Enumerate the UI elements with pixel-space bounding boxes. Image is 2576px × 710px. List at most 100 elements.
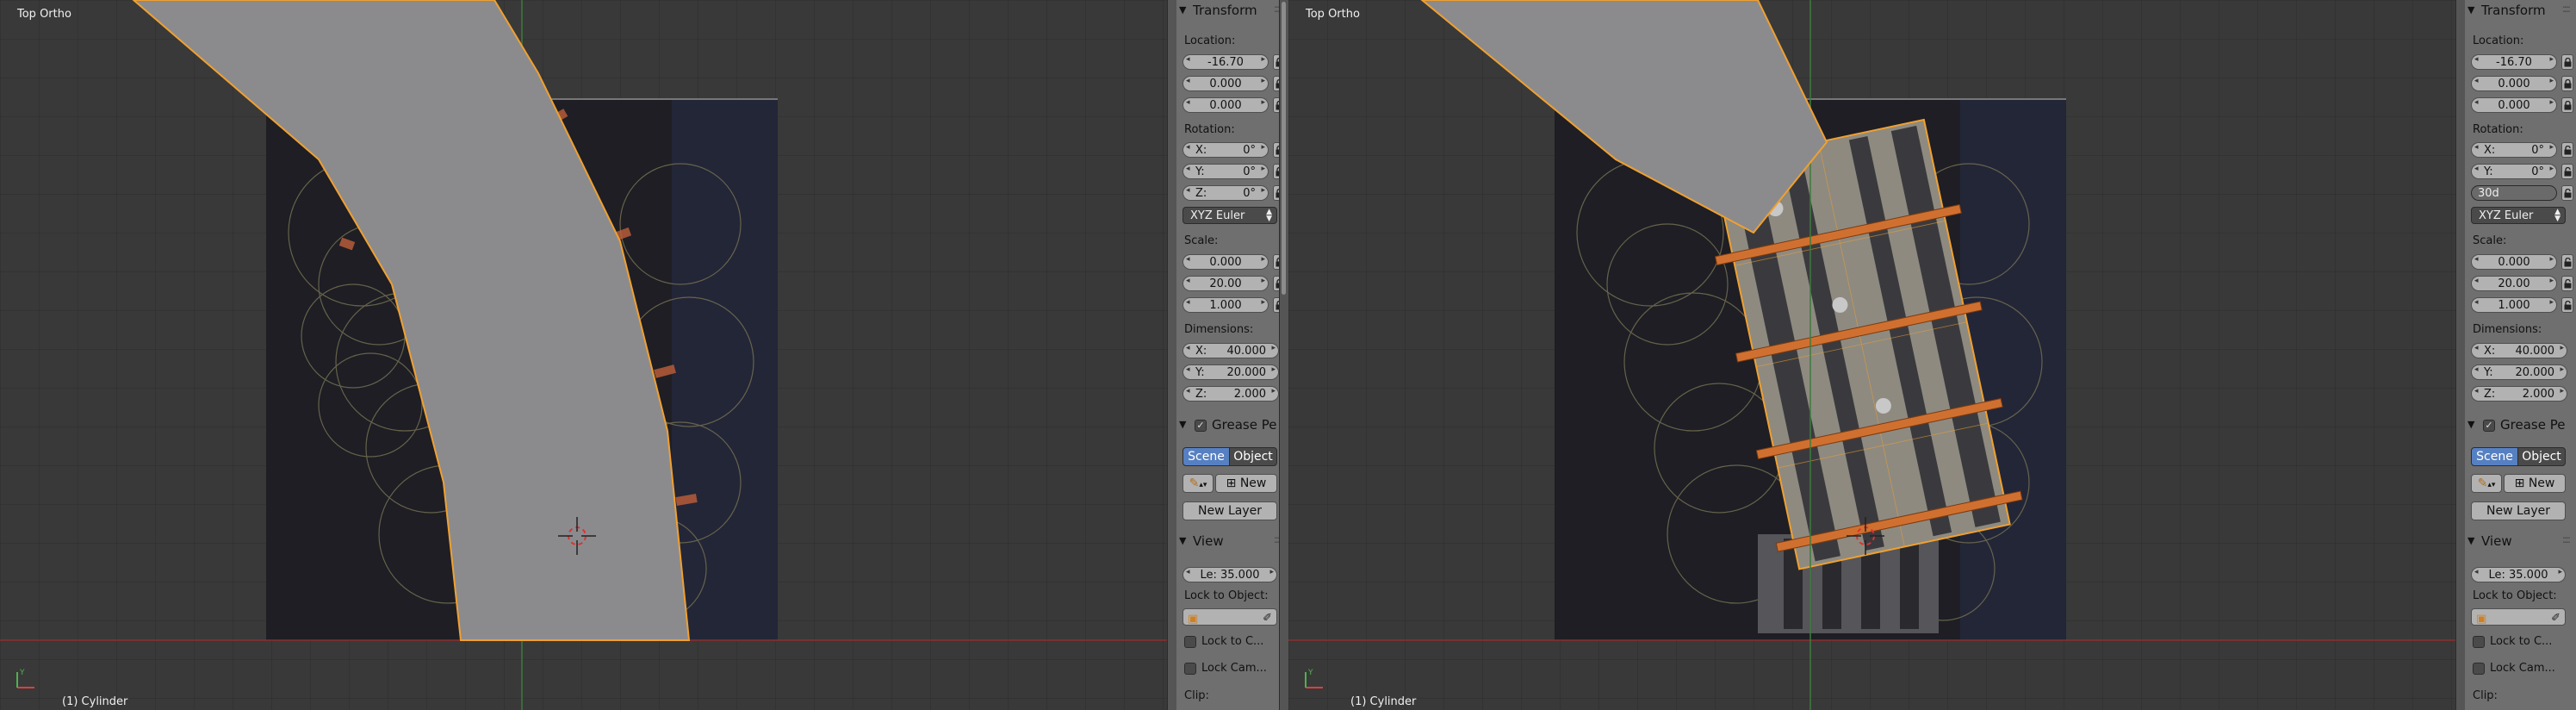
lock-icon[interactable] xyxy=(2561,185,2573,201)
lock-object-field[interactable]: ▣ ✐ xyxy=(2471,608,2566,626)
properties-panel-right: ▼ Transform :::: Location: ◂ -16.70 ▸ ◂ 0.0… xyxy=(2464,0,2576,710)
collapse-icon: ▼ xyxy=(1179,419,1187,430)
location-label: Location: xyxy=(2473,34,2524,47)
grease-pencil-checkbox[interactable]: ✓ xyxy=(2483,420,2495,432)
location-x-field[interactable]: ◂ -16.70 ▸ xyxy=(1182,54,1269,70)
collapse-icon: ▼ xyxy=(2467,535,2475,546)
lock-cursor-label: Lock to C... xyxy=(1201,635,1264,648)
grease-pencil-title: Grease Pe xyxy=(1212,417,1277,433)
scale-z-field[interactable]: ◂ 1.000 ▸ xyxy=(2471,297,2557,313)
location-z-field[interactable]: ◂ 0.000 ▸ xyxy=(1182,97,1269,113)
location-y-field[interactable]: ◂ 0.000 ▸ xyxy=(1182,76,1269,91)
rotation-y-field[interactable]: ◂ Y: 0° ▸ xyxy=(1182,164,1269,179)
scale-x-field[interactable]: ◂ 0.000 ▸ xyxy=(2471,254,2557,270)
rotation-mode-select[interactable]: XYZ Euler ▲ ▼ xyxy=(2471,207,2566,224)
rotation-y-field[interactable]: ◂ Y: 0° ▸ xyxy=(2471,164,2557,179)
dimension-y-field[interactable]: ◂ Y: 20.000 ▸ xyxy=(1182,364,1279,380)
view-header[interactable]: ▼ View :::: xyxy=(2464,532,2576,550)
left-editor: Top Ortho Y (1) Cylinder ▼ Transform :::… xyxy=(0,0,1288,710)
axis-gizmo-icon: Y xyxy=(16,669,34,688)
tab-object[interactable]: Object xyxy=(2517,447,2566,466)
viewport-3d-left[interactable]: Top Ortho Y (1) Cylinder xyxy=(0,0,1167,710)
pencil-data-selector[interactable]: ✎▴▾ xyxy=(1182,474,1214,493)
new-button[interactable]: ⊞ New xyxy=(2504,474,2566,493)
properties-panel-left: ▼ Transform :::: Location: ◂ -16.70 ▸ ◂ 0.0… xyxy=(1176,0,1288,710)
pencil-data-selector[interactable]: ✎▴▾ xyxy=(2471,474,2502,493)
lens-field[interactable]: ◂ Le: 35.000 ▸ xyxy=(1182,567,1277,582)
lock-icon[interactable] xyxy=(2561,254,2573,270)
collapse-icon: ▼ xyxy=(1179,4,1187,16)
scale-label: Scale: xyxy=(2473,234,2507,247)
rotation-mode-select[interactable]: XYZ Euler ▲ ▼ xyxy=(1182,207,1277,224)
grease-pencil-header[interactable]: ▼ ✓ Grease Pe xyxy=(2464,416,2576,433)
grease-pencil-title: Grease Pe xyxy=(2500,417,2566,433)
lock-camera-label: Lock Cam... xyxy=(1201,662,1267,675)
lock-icon[interactable] xyxy=(2561,276,2573,291)
panel-divider[interactable] xyxy=(2455,0,2465,710)
transform-title: Transform xyxy=(2481,3,2546,18)
transform-header[interactable]: ▼ Transform :::: xyxy=(1176,2,1288,19)
lock-camera-checkbox[interactable] xyxy=(1184,663,1196,675)
lock-icon[interactable] xyxy=(2561,142,2573,158)
grease-pencil-header[interactable]: ▼ ✓ Grease Pe xyxy=(1176,416,1288,433)
panel-divider[interactable] xyxy=(1167,0,1176,710)
clip-label: Clip: xyxy=(2473,689,2498,702)
dimension-y-field[interactable]: ◂ Y: 20.000 ▸ xyxy=(2471,364,2567,380)
scale-x-field[interactable]: ◂ 0.000 ▸ xyxy=(1182,254,1269,270)
transform-header[interactable]: ▼ Transform :::: xyxy=(2464,2,2576,19)
clip-label: Clip: xyxy=(1184,689,1209,702)
tab-object[interactable]: Object xyxy=(1229,447,1277,466)
tab-scene[interactable]: Scene xyxy=(2471,447,2518,466)
view-title: View xyxy=(1193,533,1224,549)
lock-cursor-checkbox[interactable] xyxy=(2473,636,2485,648)
lock-camera-checkbox[interactable] xyxy=(2473,663,2485,675)
dimension-z-field[interactable]: ◂ Z: 2.000 ▸ xyxy=(1182,386,1279,402)
lock-to-object-label: Lock to Object: xyxy=(1184,589,1269,602)
rotation-x-field[interactable]: ◂ X: 0° ▸ xyxy=(2471,142,2557,158)
cube-icon: ▣ xyxy=(2476,613,2487,626)
location-x-field[interactable]: ◂ -16.70 ▸ xyxy=(2471,54,2557,70)
lock-cursor-checkbox[interactable] xyxy=(1184,636,1196,648)
lock-cursor-label: Lock to C... xyxy=(2490,635,2553,648)
tab-scene[interactable]: Scene xyxy=(1182,447,1230,466)
scale-y-field[interactable]: ◂ 20.00 ▸ xyxy=(1182,276,1269,291)
view-header[interactable]: ▼ View :::: xyxy=(1176,532,1288,550)
object-label: (1) Cylinder xyxy=(62,695,128,708)
lock-icon[interactable] xyxy=(2561,54,2573,70)
lock-icon[interactable] xyxy=(2561,164,2573,179)
lens-field[interactable]: ◂ Le: 35.000 ▸ xyxy=(2471,567,2566,582)
rotation-z-field-editing[interactable]: 30d xyxy=(2471,185,2557,201)
lock-object-field[interactable]: ▣ ✐ xyxy=(1182,608,1277,626)
updown-icon: ▲ ▼ xyxy=(2554,208,2560,223)
scale-y-field[interactable]: ◂ 20.00 ▸ xyxy=(2471,276,2557,291)
new-layer-button[interactable]: New Layer xyxy=(2471,501,2566,520)
location-z-field[interactable]: ◂ 0.000 ▸ xyxy=(2471,97,2557,113)
grease-pencil-checkbox[interactable]: ✓ xyxy=(1195,420,1207,432)
viewport-3d-right[interactable]: Top Ortho Y (1) Cylinder xyxy=(1288,0,2455,710)
new-button[interactable]: ⊞ New xyxy=(1215,474,1277,493)
dimension-x-field[interactable]: ◂ X: 40.000 ▸ xyxy=(1182,343,1279,358)
location-y-field[interactable]: ◂ 0.000 ▸ xyxy=(2471,76,2557,91)
scale-z-field[interactable]: ◂ 1.000 ▸ xyxy=(1182,297,1269,313)
lock-icon[interactable] xyxy=(2561,76,2573,91)
collapse-icon: ▼ xyxy=(1179,535,1187,546)
plus-icon: ⊞ xyxy=(2514,476,2525,490)
lock-icon[interactable] xyxy=(2561,97,2573,113)
eyedropper-icon: ✐ xyxy=(2551,612,2560,625)
rotation-z-field[interactable]: ◂ Z: 0° ▸ xyxy=(1182,185,1269,201)
viewport-scene-right xyxy=(1288,0,2455,710)
lock-icon[interactable] xyxy=(2561,297,2573,313)
new-layer-button[interactable]: New Layer xyxy=(1182,501,1277,520)
view-title: View xyxy=(2481,533,2512,549)
svg-text:Y: Y xyxy=(19,669,25,677)
dimension-x-field[interactable]: ◂ X: 40.000 ▸ xyxy=(2471,343,2567,358)
grip-icon[interactable]: :::: xyxy=(2562,533,2571,545)
location-label: Location: xyxy=(1184,34,1236,47)
rotation-x-field[interactable]: ◂ X: 0° ▸ xyxy=(1182,142,1269,158)
eyedropper-icon: ✐ xyxy=(1263,612,1272,625)
transform-title: Transform xyxy=(1193,3,1257,18)
scrollbar-left[interactable] xyxy=(1279,0,1288,710)
dimension-z-field[interactable]: ◂ Z: 2.000 ▸ xyxy=(2471,386,2567,402)
grip-icon[interactable]: :::: xyxy=(2562,3,2571,15)
plus-icon: ⊞ xyxy=(1226,476,1237,490)
